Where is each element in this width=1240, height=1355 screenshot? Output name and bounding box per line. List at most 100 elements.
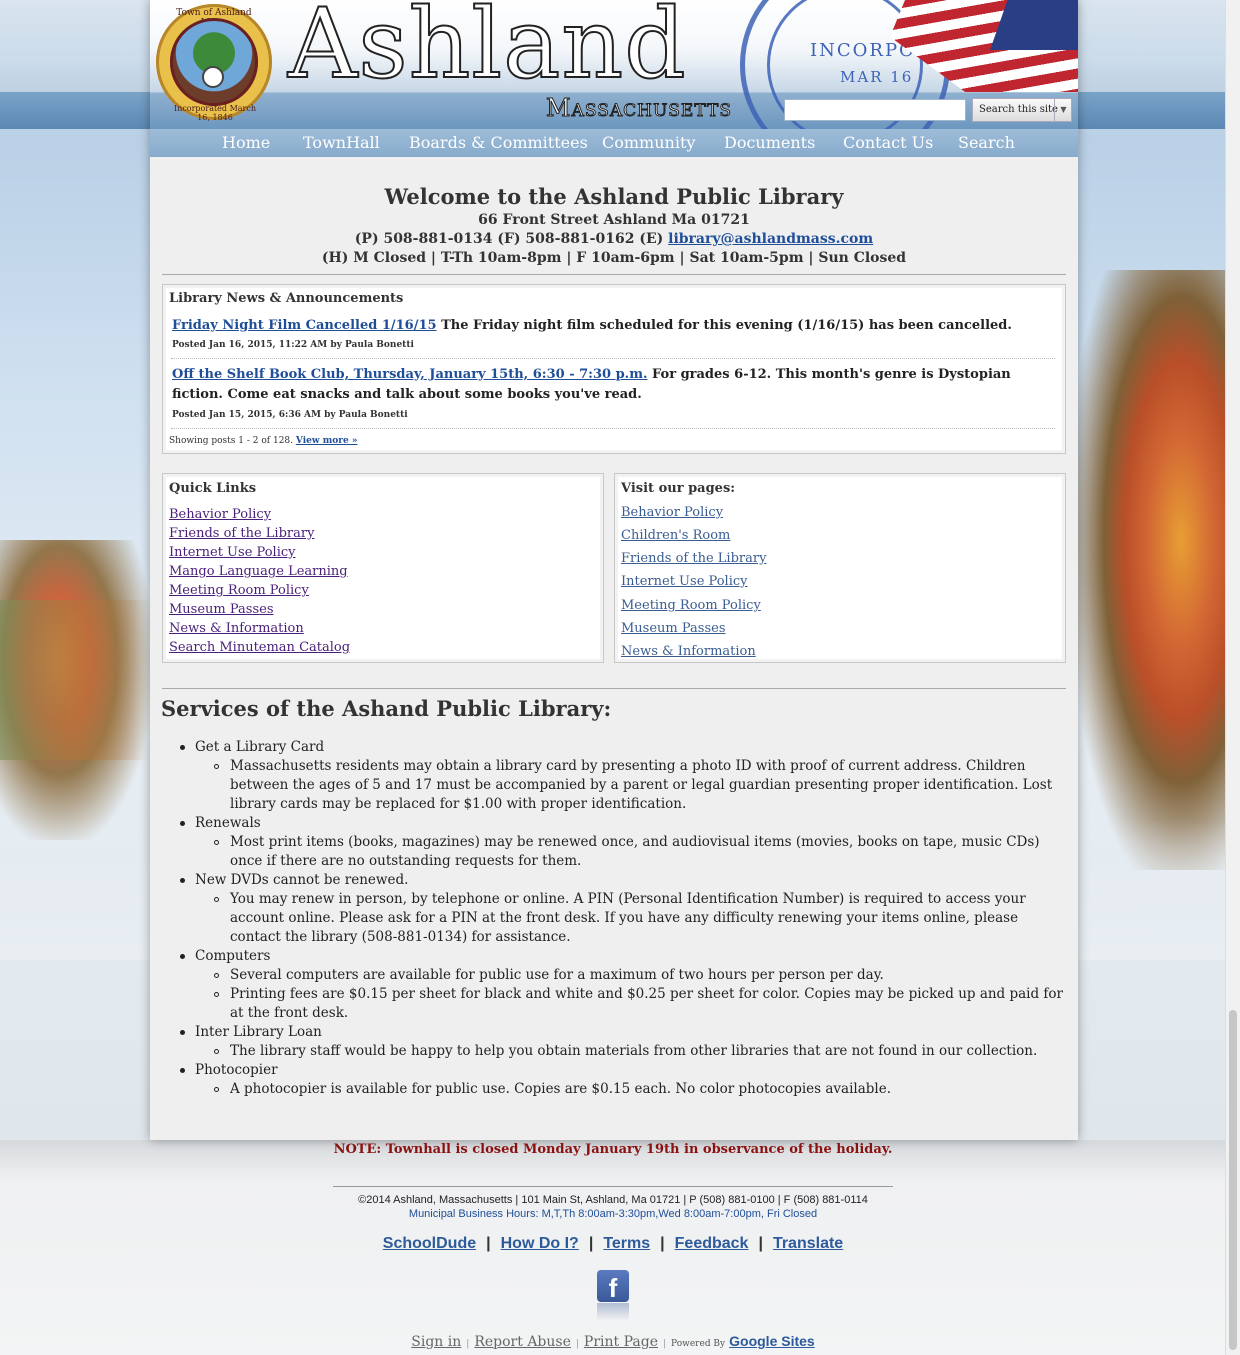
separator: | bbox=[575, 1339, 579, 1349]
sub-bullet bbox=[214, 1049, 219, 1054]
news-post-link[interactable]: Friday Night Film Cancelled 1/16/15 bbox=[172, 318, 437, 333]
facebook-icon-reflection bbox=[597, 1303, 629, 1321]
nav-townhall[interactable]: TownHall bbox=[303, 133, 380, 152]
town-seal-logo[interactable]: Town of Ashland Mass. Incorporated March… bbox=[156, 4, 272, 122]
quick-link-item[interactable]: Internet Use Policy bbox=[169, 545, 296, 560]
separator: | bbox=[660, 1235, 665, 1252]
site-title[interactable]: Ashland bbox=[287, 0, 687, 95]
bullet bbox=[180, 1030, 185, 1035]
background-autumn-trees-right bbox=[1076, 270, 1226, 870]
news-announcements-box: Library News & Announcements Friday Nigh… bbox=[162, 284, 1066, 454]
service-detail: Printing fees are $0.15 per sheet for bl… bbox=[230, 986, 1064, 1021]
seal-bottom-text: Incorporated March 16, 1846 bbox=[174, 104, 256, 122]
bullet bbox=[180, 878, 185, 883]
sub-bullet bbox=[214, 973, 219, 978]
library-contact: (P) 508-881-0134 (F) 508-881-0162 (E) li… bbox=[150, 230, 1078, 249]
service-item: Inter Library Loan bbox=[195, 1024, 322, 1040]
news-post: Off the Shelf Book Club, Thursday, Janua… bbox=[172, 365, 1052, 405]
quick-link-item[interactable]: Behavior Policy bbox=[169, 507, 271, 522]
facebook-icon[interactable]: f bbox=[597, 1270, 629, 1303]
service-detail: The library staff would be happy to help… bbox=[230, 1043, 1038, 1059]
quick-link-item[interactable]: Friends of the Library bbox=[169, 526, 314, 541]
site-subtitle: Massachusetts bbox=[546, 94, 732, 123]
bullet bbox=[180, 954, 185, 959]
sub-bullet bbox=[214, 992, 219, 997]
divider bbox=[162, 688, 1066, 689]
service-item: Photocopier bbox=[195, 1062, 278, 1078]
translate-link[interactable]: Translate bbox=[773, 1235, 843, 1252]
news-post: Friday Night Film Cancelled 1/16/15 The … bbox=[172, 316, 1052, 336]
view-more-link[interactable]: View more » bbox=[296, 436, 358, 446]
service-item: Get a Library Card bbox=[195, 739, 325, 755]
quick-link-item[interactable]: Mango Language Learning bbox=[169, 564, 348, 579]
service-item: Renewals bbox=[195, 815, 261, 831]
separator: | bbox=[486, 1235, 491, 1252]
services-heading: Services of the Ashand Public Library: bbox=[161, 696, 612, 721]
nav-home[interactable]: Home bbox=[222, 133, 270, 152]
separator: | bbox=[758, 1235, 763, 1252]
separator: | bbox=[588, 1235, 594, 1252]
google-sites-footer: Sign in | Report Abuse | Print Page | Powered … bbox=[0, 1333, 1226, 1350]
powered-by-text: Powered By bbox=[671, 1339, 726, 1349]
google-sites-link[interactable]: Google Sites bbox=[729, 1333, 815, 1349]
search-input[interactable] bbox=[784, 99, 966, 121]
service-detail: A photocopier is available for public us… bbox=[230, 1081, 892, 1097]
library-address: 66 Front Street Ashland Ma 01721 bbox=[478, 212, 750, 228]
library-email-link[interactable]: library@ashlandmass.com bbox=[668, 231, 873, 247]
feedback-link[interactable]: Feedback bbox=[675, 1235, 749, 1252]
page-link-item[interactable]: Meeting Room Policy bbox=[621, 598, 761, 613]
showing-posts-text: Showing posts 1 - 2 of 128. bbox=[169, 436, 296, 446]
news-post-meta: Posted Jan 15, 2015, 6:36 AM by Paula Bo… bbox=[172, 410, 408, 420]
page-link-item[interactable]: Museum Passes bbox=[621, 621, 726, 636]
service-detail: Massachusetts residents may obtain a lib… bbox=[230, 758, 1053, 812]
bullet bbox=[180, 745, 185, 750]
service-item: New DVDs cannot be renewed. bbox=[195, 872, 409, 888]
scrollbar-thumb[interactable] bbox=[1229, 1010, 1237, 1350]
how-do-i-link[interactable]: How Do I? bbox=[501, 1235, 579, 1252]
welcome-section: Welcome to the Ashland Public Library 66… bbox=[150, 183, 1078, 268]
page-link-item[interactable]: Internet Use Policy bbox=[621, 574, 748, 589]
nav-community[interactable]: Community bbox=[602, 133, 695, 152]
quick-links-box: Quick Links Behavior Policy Friends of t… bbox=[162, 473, 604, 663]
sub-bullet bbox=[214, 840, 219, 845]
footer-links: SchoolDude | How Do I? | Terms | Feedback | Tran… bbox=[0, 1235, 1226, 1253]
sub-bullet bbox=[214, 764, 219, 769]
seal-image bbox=[170, 18, 258, 106]
nav-search[interactable]: Search bbox=[958, 133, 1015, 152]
quick-link-item[interactable]: Search Minuteman Catalog bbox=[169, 640, 350, 655]
footer-address: ©2014 Ashland, Massachusetts | 101 Main … bbox=[358, 1194, 868, 1206]
post-divider bbox=[171, 428, 1055, 429]
site-header: Town of Ashland Mass. Incorporated March… bbox=[150, 0, 1078, 129]
nav-boards-committees[interactable]: Boards & Committees bbox=[409, 133, 588, 152]
terms-link[interactable]: Terms bbox=[603, 1235, 650, 1252]
sub-bullet bbox=[214, 897, 219, 902]
quick-link-item[interactable]: News & Information bbox=[169, 621, 304, 636]
background-trees-left-lower bbox=[0, 600, 150, 760]
bullet bbox=[180, 1068, 185, 1073]
print-page-link[interactable]: Print Page bbox=[584, 1334, 658, 1350]
quick-link-item[interactable]: Meeting Room Policy bbox=[169, 583, 309, 598]
post-divider bbox=[171, 358, 1055, 359]
page-link-item[interactable]: News & Information bbox=[621, 644, 756, 659]
visit-our-pages-box: Visit our pages: Behavior Policy Childre… bbox=[614, 473, 1066, 663]
service-detail: You may renew in person, by telephone or… bbox=[230, 891, 1026, 945]
footer-business-hours: Municipal Business Hours: M,T,Th 8:00am-… bbox=[408, 1208, 818, 1220]
divider bbox=[162, 274, 1066, 275]
library-hours: (H) M Closed | T-Th 10am-8pm | F 10am-6p… bbox=[321, 250, 907, 266]
schooldude-link[interactable]: SchoolDude bbox=[383, 1235, 476, 1252]
page-link-item[interactable]: Friends of the Library bbox=[621, 551, 766, 566]
page-link-item[interactable]: Behavior Policy bbox=[621, 505, 723, 520]
news-post-link[interactable]: Off the Shelf Book Club, Thursday, Janua… bbox=[172, 367, 647, 382]
sign-in-link[interactable]: Sign in bbox=[411, 1334, 461, 1350]
page-link-item[interactable]: Children's Room bbox=[621, 528, 730, 543]
report-abuse-link[interactable]: Report Abuse bbox=[474, 1334, 571, 1350]
scrollbar[interactable] bbox=[1225, 0, 1240, 1355]
stamp-date: MAR 16 bbox=[840, 68, 914, 86]
news-title: Library News & Announcements bbox=[169, 291, 404, 306]
service-detail: Most print items (books, magazines) may … bbox=[230, 834, 1040, 869]
service-detail: Several computers are available for publ… bbox=[230, 967, 884, 983]
search-dropdown-chevron-icon[interactable]: ▼ bbox=[1054, 98, 1072, 122]
quick-link-item[interactable]: Museum Passes bbox=[169, 602, 274, 617]
nav-contact-us[interactable]: Contact Us bbox=[843, 133, 933, 152]
nav-documents[interactable]: Documents bbox=[724, 133, 815, 152]
